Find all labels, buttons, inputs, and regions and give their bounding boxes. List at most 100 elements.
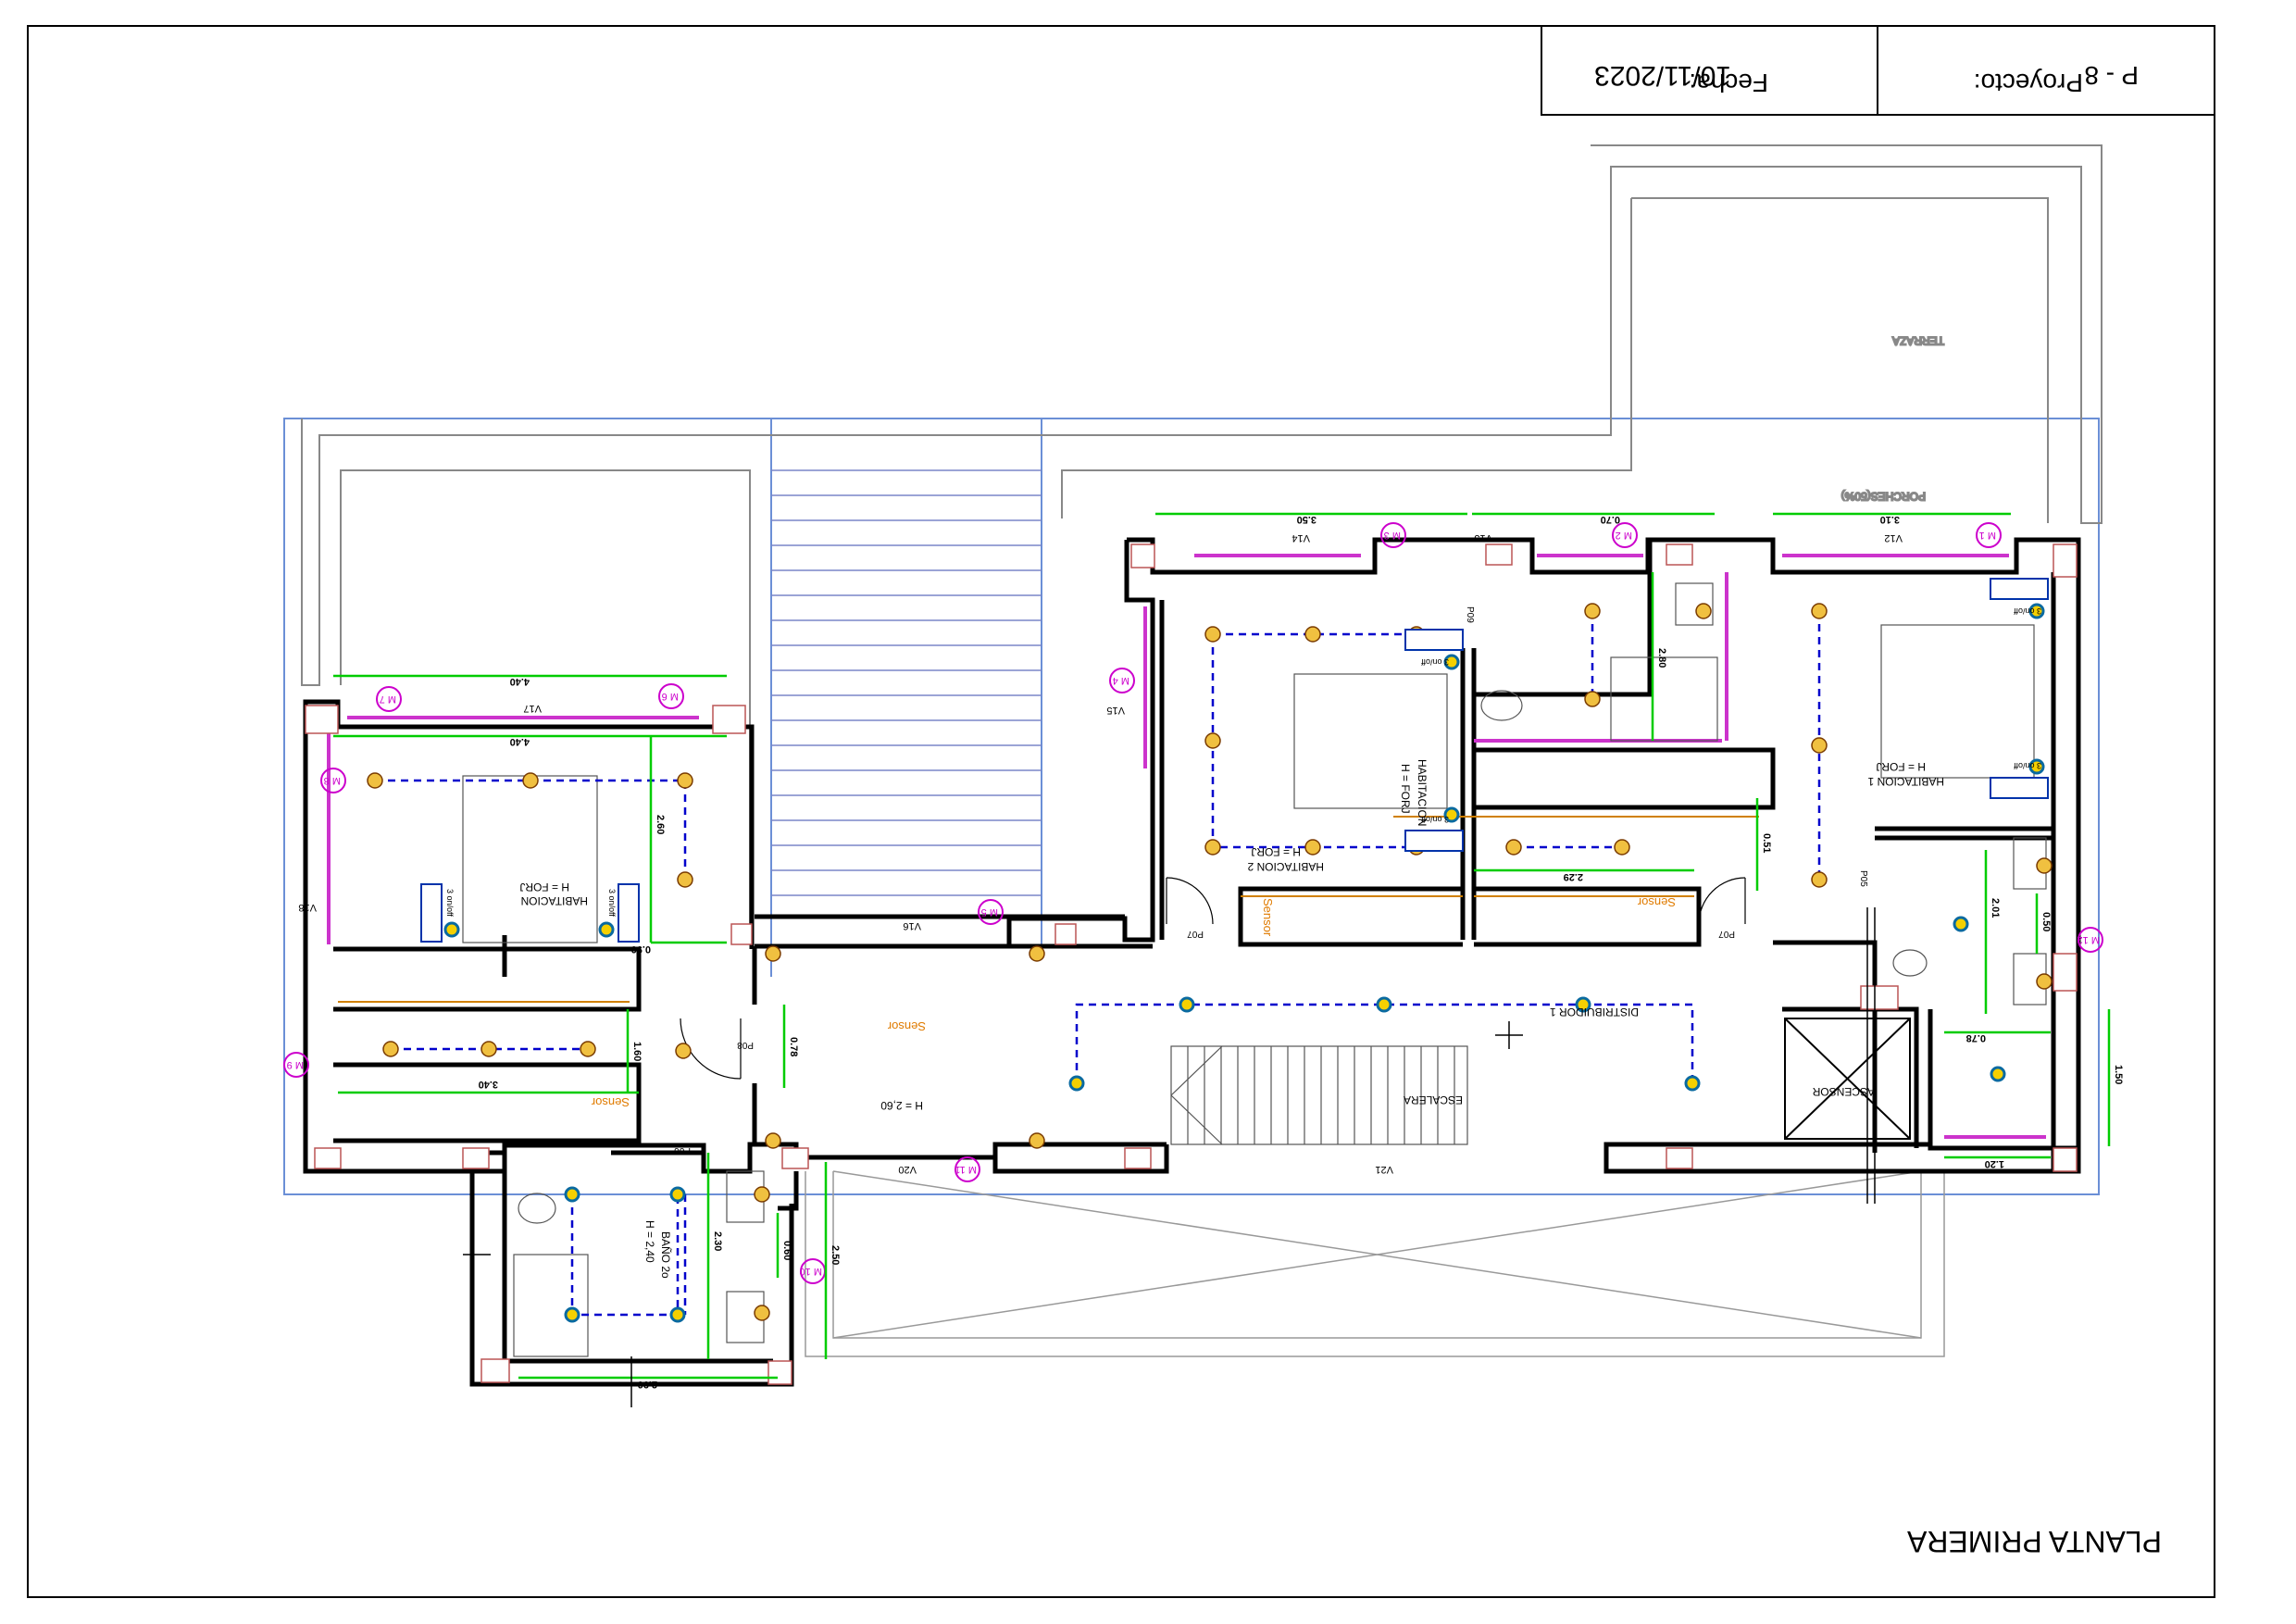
light-fixture xyxy=(1695,603,1712,619)
room-label-hab2-h: H = FORJ xyxy=(1251,845,1301,858)
dimension-label: 0.78 xyxy=(788,1037,799,1056)
dimension-label: 2.30 xyxy=(712,1231,723,1251)
light-fixture xyxy=(1584,691,1601,707)
porches-label: PORCHES(50%) xyxy=(1841,490,1926,503)
switch-panel xyxy=(1990,777,2049,799)
downlight xyxy=(1684,1075,1701,1092)
door-label-P07a: P07 xyxy=(1187,929,1204,939)
marker-M3: M 3 xyxy=(1384,530,1401,541)
sensor-label: Sensor xyxy=(1637,895,1676,909)
light-fixture xyxy=(367,772,383,789)
columns xyxy=(305,543,2078,1385)
elevator-label: ASCENSOR xyxy=(1812,1085,1875,1098)
light-fixture xyxy=(754,1186,770,1203)
lot-outline xyxy=(283,418,2100,1195)
lower-slab xyxy=(805,1170,1945,1357)
room-label-bano: BAÑO 2o xyxy=(659,1231,672,1279)
light-fixture xyxy=(677,871,693,888)
window-label-V21: V21 xyxy=(1375,1164,1393,1175)
light-fixture xyxy=(1811,603,1828,619)
window-label-V18: V18 xyxy=(298,902,317,913)
title-block: Proyecto: P - 8 Fecha: 10/11/2023 xyxy=(1541,25,2215,116)
terrace-outline: TERRAZA PORCHES(50%) xyxy=(301,144,2103,935)
dimension-label: 2.50 xyxy=(830,1245,841,1265)
door-label-P06: P06 xyxy=(674,1145,691,1156)
light-fixture xyxy=(382,1041,399,1057)
downlight xyxy=(669,1186,686,1203)
window-label-V20: V20 xyxy=(898,1164,917,1175)
floor-plan-sheet: Proyecto: P - 8 Fecha: 10/11/2023 PLANTA… xyxy=(27,25,2215,1598)
downlight xyxy=(1376,996,1392,1013)
dimension-label: 4.40 xyxy=(510,676,530,687)
room-label-distribuidor: DISTRIBUIDOR 1 xyxy=(1550,1006,1639,1018)
room-label-hab1: HABITACION 1 xyxy=(1867,775,1944,788)
switch-label: 3 on/off xyxy=(445,889,455,917)
marker-M6: M 6 xyxy=(662,691,679,702)
switch-label: 3 on/off xyxy=(1421,657,1449,667)
light-fixture xyxy=(1029,945,1045,962)
external-stairs xyxy=(771,469,1042,896)
bed-habitacion-1 xyxy=(1880,624,2035,779)
light-fixture xyxy=(2036,857,2053,874)
dimension-label: 0.60 xyxy=(781,1241,792,1260)
elevator: ASCENSOR xyxy=(1784,1018,1911,1140)
dimension-label: 1.50 xyxy=(2113,1065,2124,1084)
window-label-V17: V17 xyxy=(523,703,542,714)
window-label-V15: V15 xyxy=(1106,705,1125,716)
dimension-label: 4.40 xyxy=(510,736,530,747)
dimension-label: 0.51 xyxy=(1761,833,1772,853)
light-fixture xyxy=(1304,626,1321,643)
dimension-label: 0.50 xyxy=(2040,912,2052,931)
window-labels: V12 V13 V14 V15 V16 V17 V18 V20 V21 xyxy=(298,532,1903,1175)
room-label-distribuidor-h: H = 2,60 xyxy=(880,1099,923,1112)
light-fixture xyxy=(1614,839,1630,856)
light-fixture xyxy=(1304,839,1321,856)
door-label-P09: P09 xyxy=(1465,606,1475,623)
switch-label: 3 on/off xyxy=(2014,606,2041,616)
light-fixture xyxy=(1204,626,1221,643)
toilet-2 xyxy=(1892,949,1928,977)
downlight xyxy=(443,921,460,938)
switch-panel xyxy=(618,883,640,943)
switch-panels: 3 on/off 3 on/off 3 on/off 3 on/off 3 on… xyxy=(420,578,2049,943)
room-label-hab3-h: H = FORJ xyxy=(1399,764,1412,814)
sensor-label: Sensor xyxy=(1261,898,1275,937)
marker-M2: M 2 xyxy=(1616,530,1632,541)
toilet-3 xyxy=(518,1193,556,1224)
window-label-V13: V13 xyxy=(1474,532,1492,543)
light-fixture xyxy=(765,1132,781,1149)
terrace-label: TERRAZA xyxy=(1892,334,1944,347)
room-label-bano-h: H = 2,40 xyxy=(643,1220,656,1263)
marker-M5: M 5 xyxy=(981,906,998,918)
dimension-label: 3.10 xyxy=(1880,514,1900,525)
downlight xyxy=(598,921,615,938)
dimension-label: 3.50 xyxy=(1297,514,1316,525)
downlight xyxy=(1179,996,1195,1013)
furniture xyxy=(462,582,2047,1357)
dimension-lines xyxy=(333,512,2111,1380)
project-label: Proyecto: xyxy=(1974,69,2083,97)
switch-label: 3 on/off xyxy=(2014,761,2041,770)
light-fixture xyxy=(1811,871,1828,888)
room-label-hab1-h: H = FORJ xyxy=(1876,760,1926,773)
room-label-hab4: HABITACION xyxy=(521,894,588,907)
downlight xyxy=(669,1306,686,1323)
door-label-P08: P08 xyxy=(737,1040,754,1050)
dimension-label: 3.40 xyxy=(479,1079,498,1090)
downlight xyxy=(1068,1075,1085,1092)
stair-label: ESCALERA xyxy=(1404,1093,1463,1106)
door-label-P05: P05 xyxy=(1858,870,1868,887)
interior-stair: ESCALERA xyxy=(1170,1045,1468,1145)
light-fixture xyxy=(1811,737,1828,754)
dimension-label: 0.90 xyxy=(631,943,651,955)
dimension-label: 2.01 xyxy=(1990,898,2001,918)
marker-M8: M 8 xyxy=(324,775,341,786)
light-fixture xyxy=(675,1043,692,1059)
switch-panel xyxy=(1990,578,2049,600)
light-fixture xyxy=(1204,839,1221,856)
shower xyxy=(513,1254,589,1357)
window-label-V14: V14 xyxy=(1292,532,1310,543)
light-fixture xyxy=(765,945,781,962)
date-value: 10/11/2023 xyxy=(1594,60,1731,91)
sheet-title: PLANTA PRIMERA xyxy=(1906,1525,2162,1558)
